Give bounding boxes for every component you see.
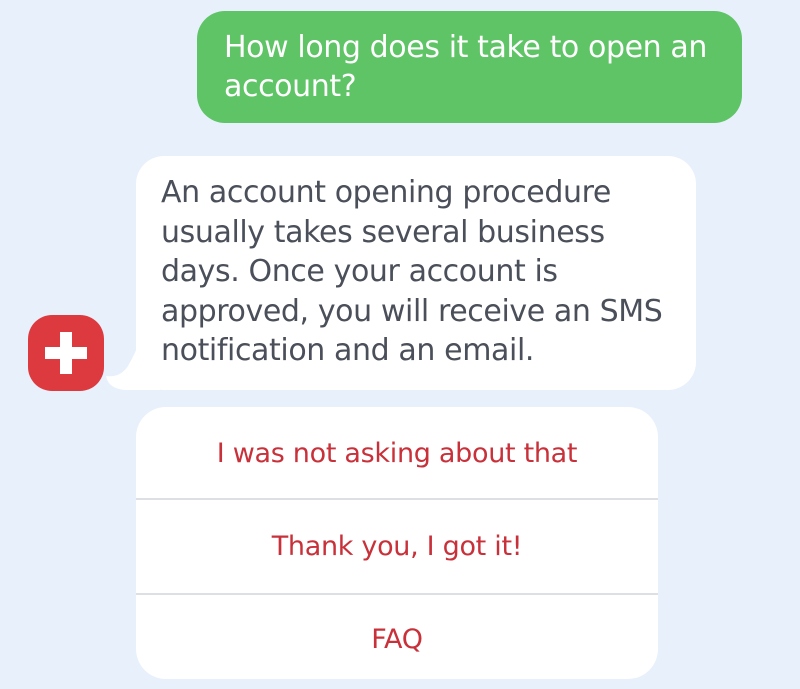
- user-message-text: How long does it take to open an account…: [224, 30, 708, 104]
- reply-label: Thank you, I got it!: [271, 531, 523, 562]
- red-cross-icon: [45, 332, 87, 374]
- quick-replies-panel: I was not asking about that Thank you, I…: [136, 407, 658, 679]
- reply-faq[interactable]: FAQ: [136, 595, 658, 679]
- bot-message-bubble: An account opening procedure usually tak…: [136, 156, 696, 390]
- bot-avatar: [28, 315, 104, 391]
- reply-label: I was not asking about that: [216, 438, 578, 469]
- reply-not-asking-about-that[interactable]: I was not asking about that: [136, 407, 658, 498]
- reply-label: FAQ: [371, 623, 423, 655]
- bot-message-text: An account opening procedure usually tak…: [161, 175, 663, 368]
- reply-thank-you[interactable]: Thank you, I got it!: [136, 500, 658, 593]
- user-message-bubble: How long does it take to open an account…: [197, 11, 742, 123]
